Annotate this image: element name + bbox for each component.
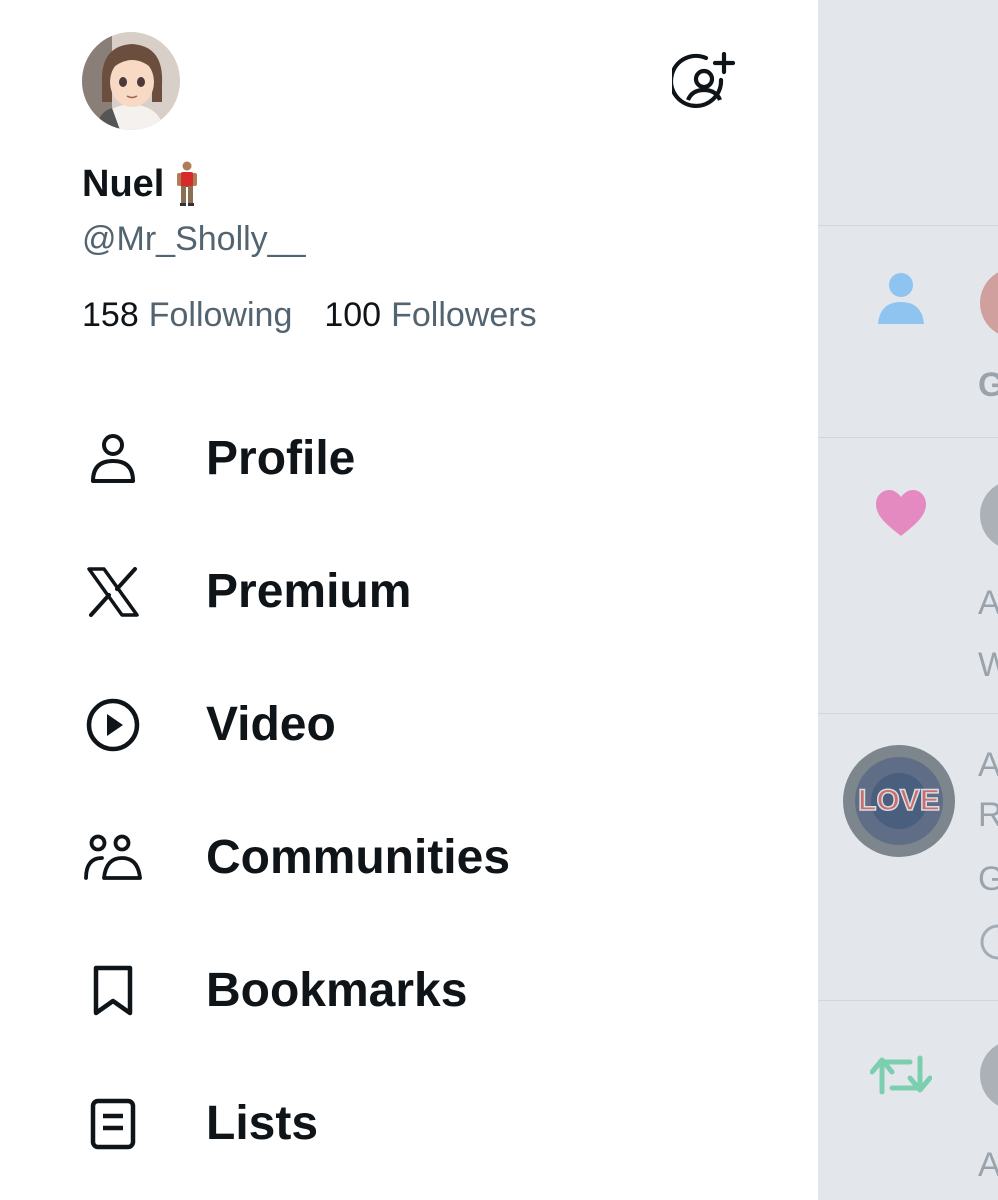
notification-snippet: G [978, 366, 998, 404]
user-avatar[interactable] [980, 480, 998, 550]
notification-snippet: A [978, 1146, 998, 1184]
menu-label: Bookmarks [206, 964, 468, 1017]
menu-item-video[interactable]: Video [0, 658, 818, 791]
menu-item-profile[interactable]: Profile [0, 392, 818, 525]
following-label: Following [148, 296, 293, 334]
standing-person-emoji [177, 161, 198, 206]
display-name-text: Nuel [82, 162, 165, 205]
followers-count: 100 [324, 296, 382, 334]
menu-label: Profile [206, 432, 356, 485]
x-logo-icon [82, 561, 144, 623]
profile-avatar[interactable] [82, 32, 180, 130]
side-drawer: Nuel @Mr_Sholly__ 158 Following 100 Foll… [0, 0, 818, 1200]
notification-snippet: A [978, 746, 998, 784]
drawer-menu: Profile Premium Video Communities Bookma… [0, 392, 818, 1190]
notifications-background: G A W LOVE A R G A [818, 0, 998, 1200]
user-avatar[interactable] [980, 1040, 998, 1110]
menu-label: Communities [206, 831, 511, 884]
user-avatar[interactable] [980, 268, 998, 338]
menu-item-communities[interactable]: Communities [0, 791, 818, 924]
notification-snippet: G [978, 860, 998, 898]
add-account-button[interactable] [668, 50, 736, 114]
display-name[interactable]: Nuel [82, 160, 200, 208]
like-heart-icon [876, 490, 926, 536]
follow-stats: 158 Following 100 Followers [82, 296, 537, 335]
menu-label: Lists [206, 1097, 319, 1150]
menu-item-lists[interactable]: Lists [0, 1057, 818, 1190]
followers-link[interactable]: 100 Followers [324, 296, 536, 335]
retweet-icon [870, 1055, 932, 1095]
menu-label: Premium [206, 565, 412, 618]
follow-person-icon [878, 273, 924, 324]
person-icon [82, 428, 144, 490]
divider [818, 437, 998, 438]
communities-icon [82, 827, 144, 889]
divider [818, 225, 998, 226]
add-account-icon [668, 51, 736, 108]
notification-snippet: W [978, 646, 998, 684]
notification-snippet: A [978, 584, 998, 622]
notification-snippet: R [978, 796, 998, 834]
menu-label: Video [206, 698, 336, 751]
divider [818, 713, 998, 714]
list-icon [82, 1093, 144, 1155]
anime-avatar-image [82, 32, 180, 130]
menu-item-bookmarks[interactable]: Bookmarks [0, 924, 818, 1057]
app-screen: G A W LOVE A R G A Nuel @Mr_Sholly__ 158… [0, 0, 998, 1200]
bookmark-icon [82, 960, 144, 1022]
menu-item-premium[interactable]: Premium [0, 525, 818, 658]
following-count: 158 [82, 296, 139, 334]
following-link[interactable]: 158 Following [82, 296, 292, 335]
play-circle-icon [82, 694, 144, 756]
reply-icon[interactable] [978, 922, 998, 962]
divider [818, 1000, 998, 1001]
chelsea-avatar[interactable]: LOVE [842, 744, 956, 858]
avatar-text: LOVE [858, 784, 940, 817]
followers-label: Followers [391, 296, 537, 334]
user-handle: @Mr_Sholly__ [82, 220, 306, 258]
